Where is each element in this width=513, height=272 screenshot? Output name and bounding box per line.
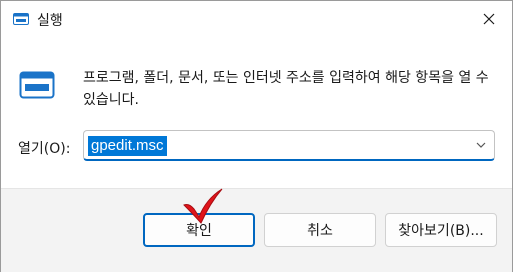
- title-bar[interactable]: 실행: [1, 1, 512, 39]
- run-icon-large: [19, 71, 55, 99]
- cancel-button[interactable]: 취소: [264, 213, 376, 247]
- description-text: 프로그램, 폴더, 문서, 또는 인터넷 주소를 입력하여 해당 항목을 열 수…: [83, 70, 489, 108]
- open-combobox[interactable]: gpedit.msc: [83, 130, 495, 161]
- close-icon: [483, 13, 495, 25]
- window-title: 실행: [37, 13, 63, 29]
- run-dialog: 실행 프로그램, 폴더, 문서, 또는 인터넷 주소를 입력하여 해당 항목을 …: [0, 0, 513, 272]
- open-label: 열기(O):: [18, 141, 71, 157]
- close-button[interactable]: [466, 1, 512, 37]
- browse-button[interactable]: 찾아보기(B)...: [385, 213, 497, 247]
- open-input-value[interactable]: gpedit.msc: [88, 136, 167, 156]
- run-icon: [13, 13, 29, 25]
- chevron-down-icon[interactable]: [475, 139, 487, 151]
- checkmark-icon: [183, 188, 223, 224]
